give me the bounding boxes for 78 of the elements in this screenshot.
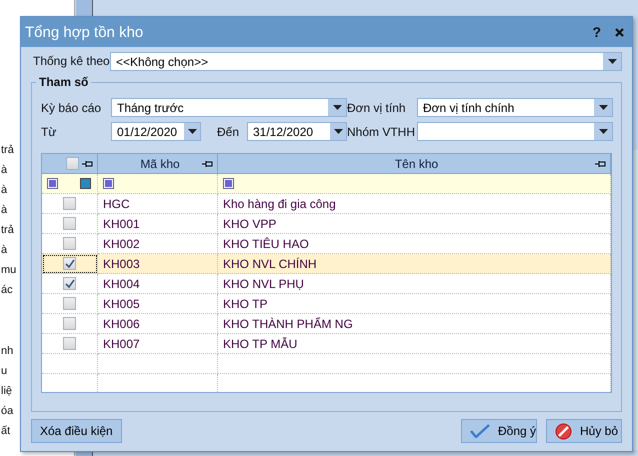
background-text: óa — [0, 404, 14, 419]
field-label: Kỳ báo cáo — [41, 100, 102, 114]
dropdown-arrow-icon — [608, 58, 616, 64]
checkmark-icon — [470, 424, 490, 438]
background-text: u — [0, 364, 8, 379]
field-label: Đơn vị tính — [347, 100, 407, 114]
dropdown-field[interactable]: <<Không chọn>> — [110, 52, 622, 70]
table-cell: KH005 — [98, 294, 218, 314]
checkbox[interactable] — [63, 197, 76, 210]
pin-icon[interactable] — [595, 160, 606, 168]
field-label: Nhóm VTHH — [347, 124, 416, 138]
background-text: nh — [0, 344, 14, 359]
table-row[interactable]: KH006 KHO THÀNH PHẨM NG — [42, 314, 611, 334]
checkbox[interactable] — [63, 337, 76, 350]
filter-icon[interactable] — [47, 178, 58, 189]
no-entry-icon — [555, 422, 572, 440]
pin-icon[interactable] — [202, 160, 213, 168]
help-button[interactable]: ? — [592, 24, 601, 40]
dropdown-arrow-icon — [332, 105, 342, 110]
cancel-button[interactable]: Hủy bỏ — [546, 419, 622, 443]
background-text: à — [0, 203, 8, 218]
field-label: Thống kê theo — [32, 54, 110, 68]
checkbox[interactable] — [63, 257, 76, 270]
table-cell: KHO NVL CHÍNH — [218, 254, 611, 274]
background-text: à — [0, 163, 8, 178]
table-cell: KHO VPP — [218, 214, 611, 234]
table-cell: KHO NVL PHỤ — [218, 274, 611, 294]
dropdown-arrow-icon — [598, 129, 608, 134]
table-cell: KH004 — [98, 274, 218, 294]
table-row[interactable]: KH003 KHO NVL CHÍNH — [42, 254, 611, 274]
dropdown-arrow-icon — [598, 105, 608, 110]
checkbox[interactable] — [63, 317, 76, 330]
table-row[interactable]: HGC Kho hàng đi gia công — [42, 194, 611, 214]
background-text: trả — [0, 143, 14, 158]
checkbox[interactable] — [63, 297, 76, 310]
table-row[interactable]: KH001 KHO VPP — [42, 214, 611, 234]
checkbox[interactable] — [63, 237, 76, 250]
pin-icon[interactable] — [82, 160, 93, 168]
table-cell: KH003 — [98, 254, 218, 274]
background-text: liệ — [0, 384, 12, 399]
table-row[interactable]: KH005 KHO TP — [42, 294, 611, 314]
table-row[interactable]: KH004 KHO NVL PHỤ — [42, 274, 611, 294]
ok-button[interactable]: Đồng ý — [461, 419, 537, 443]
table-cell: KHO THÀNH PHẨM NG — [218, 314, 611, 334]
date-picker[interactable]: 01/12/2020 — [111, 122, 201, 141]
dropdown-arrow-icon — [188, 129, 196, 134]
table-cell: KH007 — [98, 334, 218, 354]
background-text: mu — [0, 263, 16, 278]
background-text: ác — [0, 283, 13, 298]
table-cell: HGC — [98, 194, 218, 214]
background-text: ất — [0, 424, 10, 439]
checkbox[interactable] — [63, 277, 76, 290]
table-cell: KHO TP MẪU — [218, 334, 611, 354]
background-text: trả — [0, 223, 14, 238]
dropdown-arrow-icon — [334, 129, 342, 134]
group-title: Tham số — [36, 75, 92, 89]
date-picker[interactable]: 31/12/2020 — [247, 122, 347, 141]
close-icon[interactable] — [615, 28, 624, 36]
table-cell: KHO TP — [218, 294, 611, 314]
table-cell: KH006 — [98, 314, 218, 334]
table-cell: KH001 — [98, 214, 218, 234]
filter-icon[interactable] — [103, 178, 114, 189]
field-label: Từ — [41, 124, 58, 138]
background-text: à — [0, 243, 8, 258]
filter-icon[interactable] — [223, 178, 234, 189]
dropdown-field[interactable]: Tháng trước — [111, 98, 347, 117]
background-text: à — [0, 183, 8, 198]
empty-cell — [42, 354, 98, 374]
table-cell: Kho hàng đi gia công — [218, 194, 611, 214]
field-label: Đến — [217, 124, 240, 138]
checkbox[interactable] — [66, 157, 78, 170]
dropdown-field[interactable] — [417, 122, 613, 141]
table-row[interactable]: KH007 KHO TP MẪU — [42, 334, 611, 354]
checkbox[interactable] — [63, 217, 76, 230]
filter-mode-icon[interactable] — [80, 178, 91, 189]
dropdown-field[interactable]: Đơn vị tính chính — [417, 98, 613, 117]
window-title: Tổng hợp tồn kho — [25, 24, 144, 40]
clear-conditions-button[interactable]: Xóa điều kiện — [31, 419, 122, 443]
